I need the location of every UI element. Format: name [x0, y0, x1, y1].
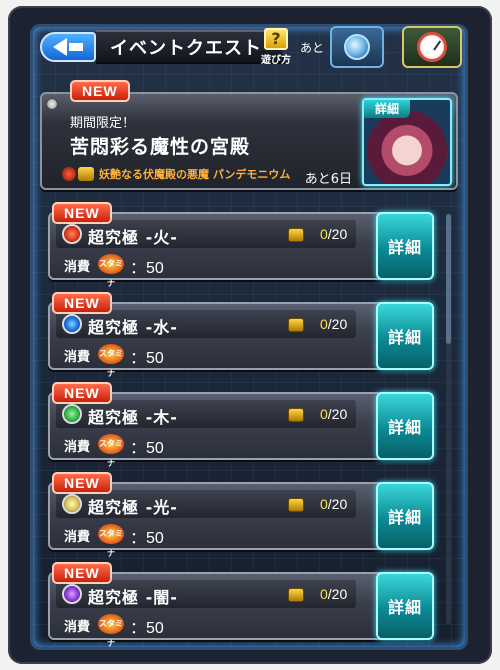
detail-label: 詳細 [364, 100, 410, 118]
water-element-icon [62, 314, 82, 334]
timer-button[interactable] [402, 26, 462, 68]
featured-title: 苦悶彩る魔性の宮殿 [70, 136, 251, 158]
stamina-icon: スタミナ [98, 434, 124, 468]
treasure-chest-icon [288, 228, 304, 242]
wood-element-icon [62, 404, 82, 424]
quest-name: 超究極 -木- [88, 408, 178, 427]
clear-progress: 0/20 [320, 496, 348, 512]
pin-icon [46, 98, 58, 110]
treasure-chest-icon [288, 498, 304, 512]
new-badge: NEW [70, 80, 130, 102]
quest-name: 超究極 -光- [88, 498, 178, 517]
fire-element-icon [62, 224, 82, 244]
clear-progress: 0/20 [320, 406, 348, 422]
new-badge: NEW [52, 472, 112, 494]
header: イベントクエスト ? 遊び方 あと [38, 26, 462, 72]
quest-item-wood[interactable]: NEW 超究極 -木- 0/20 消費 スタミナ ：50 詳細 [48, 382, 434, 468]
quest-item-dark[interactable]: NEW 超究極 -闇- 0/20 消費 スタミナ ：50 詳細 [48, 562, 434, 648]
detail-button[interactable]: 詳細 [376, 482, 434, 550]
stamina-icon: スタミナ [98, 614, 124, 648]
notification-button[interactable] [330, 26, 384, 68]
boss-name: 妖艶なる伏魔殿の悪魔 パンデモニウム [99, 168, 291, 181]
cost-label: 消費 [64, 440, 91, 455]
stamina-icon: スタミナ [98, 254, 124, 288]
treasure-chest-icon [288, 318, 304, 332]
scrollbar-thumb[interactable] [446, 214, 451, 344]
quest-item-fire[interactable]: NEW 超究極 -火- 0/20 消費 スタミナ ：50 詳細 [48, 202, 434, 288]
demon-icon [62, 167, 76, 181]
quest-item-light[interactable]: NEW 超究極 -光- 0/20 消費 スタミナ ：50 詳細 [48, 472, 434, 558]
bell-icon [344, 34, 370, 60]
clear-progress: 0/20 [320, 316, 348, 332]
back-button[interactable] [40, 32, 96, 62]
detail-button[interactable]: 詳細 [376, 392, 434, 460]
help-label: 遊び方 [261, 55, 291, 66]
quest-name: 超究極 -闇- [88, 588, 178, 607]
new-badge: NEW [52, 562, 112, 584]
featured-detail-button[interactable]: 詳細 [362, 98, 452, 186]
stamina-icon: スタミナ [98, 344, 124, 378]
cost-label: 消費 [64, 350, 91, 365]
clear-progress: 0/20 [320, 586, 348, 602]
remaining-prefix: あと [300, 41, 325, 55]
clear-progress: 0/20 [320, 226, 348, 242]
quest-name: 超究極 -水- [88, 318, 178, 337]
new-badge: NEW [52, 292, 112, 314]
cost-label: 消費 [64, 530, 91, 545]
treasure-chest-icon [288, 588, 304, 602]
stamina-cost: ：50 [130, 260, 164, 277]
new-badge: NEW [52, 382, 112, 404]
detail-button[interactable]: 詳細 [376, 302, 434, 370]
quest-name: 超究極 -火- [88, 228, 178, 247]
question-icon: ? [264, 28, 288, 50]
treasure-chest-icon [288, 408, 304, 422]
help-button[interactable]: ? 遊び方 [256, 28, 296, 68]
stamina-cost: ：50 [130, 620, 164, 637]
stamina-icon: スタミナ [98, 524, 124, 558]
back-arrow-icon [53, 38, 67, 56]
new-badge: NEW [52, 202, 112, 224]
clock-icon [417, 32, 447, 62]
treasure-icon [78, 167, 94, 181]
quest-item-water[interactable]: NEW 超究極 -水- 0/20 消費 スタミナ ：50 詳細 [48, 292, 434, 378]
dark-element-icon [62, 584, 82, 604]
cost-label: 消費 [64, 260, 91, 275]
detail-button[interactable]: 詳細 [376, 572, 434, 640]
detail-button[interactable]: 詳細 [376, 212, 434, 280]
days-remaining: あと6日 [304, 172, 352, 187]
stamina-cost: ：50 [130, 350, 164, 367]
cost-label: 消費 [64, 620, 91, 635]
stamina-cost: ：50 [130, 440, 164, 457]
featured-quest-banner[interactable]: NEW 期間限定！ 苦悶彩る魔性の宮殿 妖艶なる伏魔殿の悪魔 パンデモニウム あ… [40, 80, 458, 190]
stamina-cost: ：50 [130, 530, 164, 547]
light-element-icon [62, 494, 82, 514]
boss-row: 妖艶なる伏魔殿の悪魔 パンデモニウム [62, 166, 290, 182]
period-label: 期間限定！ [70, 116, 136, 131]
